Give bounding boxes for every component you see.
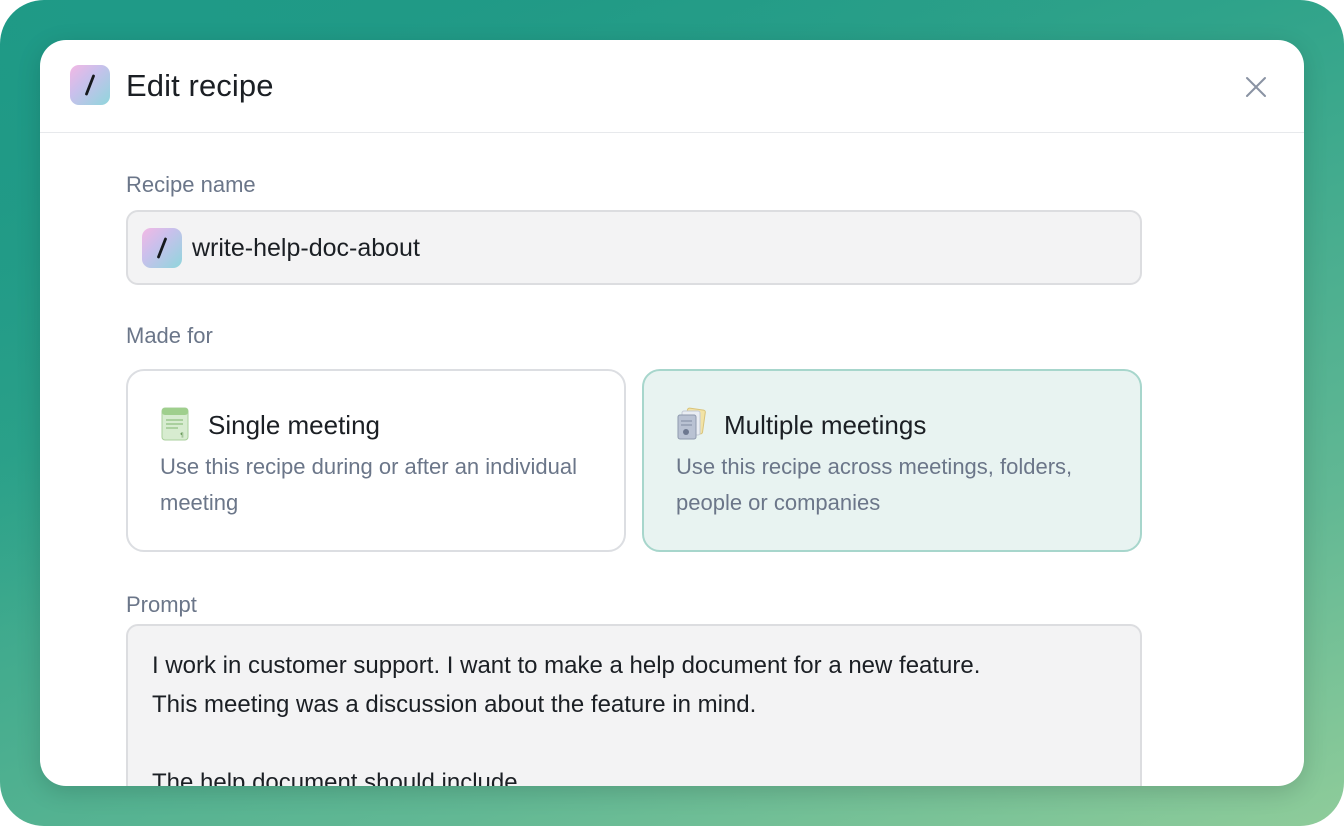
recipe-name-label: Recipe name <box>126 172 256 197</box>
prompt-label: Prompt <box>126 592 197 617</box>
single-document-icon: ¶ <box>161 407 189 441</box>
multiple-meetings-option[interactable]: Multiple meetings Use this recipe across… <box>642 369 1142 552</box>
recipe-name-value: write-help-doc-about <box>192 234 420 262</box>
prompt-text: I work in customer support. I want to ma… <box>152 652 981 786</box>
multiple-meetings-title: Multiple meetings <box>724 410 927 440</box>
svg-text:¶: ¶ <box>180 432 184 439</box>
prompt-textarea[interactable]: I work in customer support. I want to ma… <box>126 624 1142 786</box>
close-button[interactable] <box>1242 73 1270 101</box>
slash-icon <box>142 228 182 268</box>
made-for-label: Made for <box>126 323 213 348</box>
dialog-title: Edit recipe <box>126 68 274 103</box>
background-gradient: Edit recipe Recipe name write-help-doc-a… <box>0 0 1344 826</box>
single-meeting-description: Use this recipe during or after an indiv… <box>160 454 578 515</box>
stacked-documents-icon <box>677 407 706 440</box>
edit-recipe-dialog: Edit recipe Recipe name write-help-doc-a… <box>40 40 1304 786</box>
recipe-name-input[interactable]: write-help-doc-about <box>126 210 1142 285</box>
multiple-meetings-description: Use this recipe across meetings, folders… <box>676 454 1073 515</box>
close-icon <box>1246 77 1266 97</box>
single-meeting-title: Single meeting <box>208 410 380 440</box>
dialog-header: Edit recipe <box>40 40 1304 133</box>
single-meeting-option[interactable]: ¶ Single meeting Use this recipe during … <box>126 369 626 552</box>
slash-icon <box>70 65 110 105</box>
